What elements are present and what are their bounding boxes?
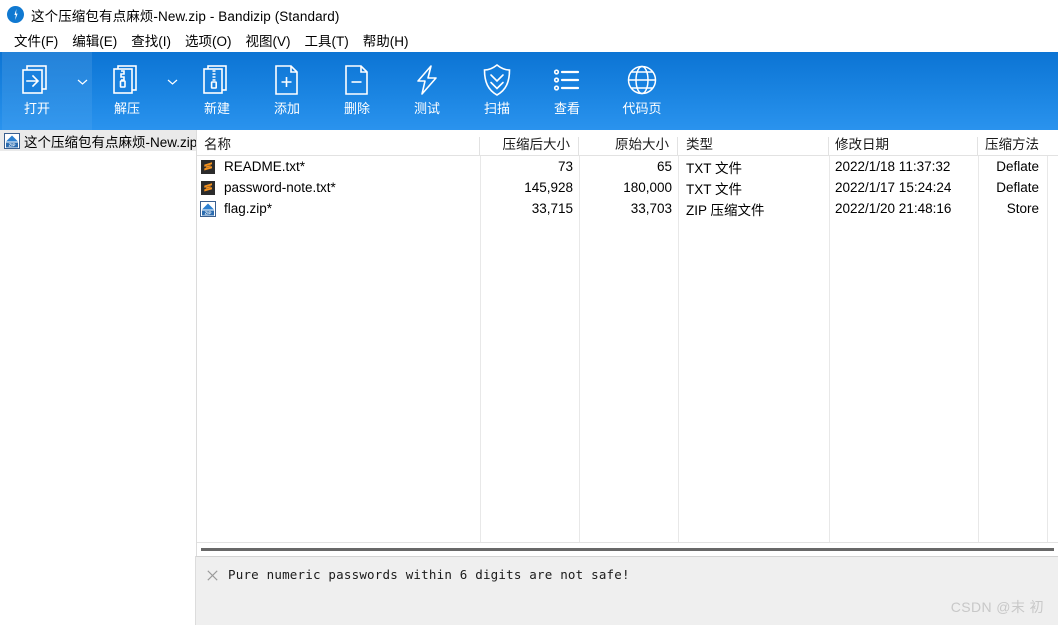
cell-date: 2022/1/18 11:37:32 [835, 159, 951, 174]
table-row[interactable]: README.txt* 73 65 TXT 文件 2022/1/18 11:37… [197, 156, 1058, 177]
new-archive-icon [203, 65, 227, 94]
watermark: CSDN @末 初 [950, 599, 1044, 615]
table-row[interactable]: ZIP flag.zip* 33,715 33,703 ZIP 压缩文件 202… [197, 198, 1058, 219]
toolbar-dropdown-open[interactable] [72, 52, 92, 130]
toolbar-button-extract[interactable]: 解压 [92, 52, 162, 130]
main-toolbar: 打开 解压 新建 添加 删除 测试 扫描 查看 代码页 [0, 52, 1058, 130]
column-header-date[interactable]: 修改日期 [829, 137, 978, 155]
cell-type: TXT 文件 [686, 160, 743, 176]
delete-file-icon [345, 65, 368, 95]
comment-panel: Pure numeric passwords within 6 digits a… [196, 556, 1058, 625]
scrollbar-thumb[interactable] [201, 548, 1054, 551]
toolbar-label-codepage: 代码页 [622, 101, 662, 116]
toolbar-label-scan: 扫描 [483, 101, 510, 116]
cell-packed: 73 [557, 159, 573, 174]
column-header-type[interactable]: 类型 [678, 137, 829, 155]
toolbar-label-test: 测试 [413, 101, 440, 116]
file-list-horizontal-scrollbar[interactable] [197, 542, 1058, 556]
cell-method: Deflate [996, 180, 1039, 195]
content-area: ZIP 这个压缩包有点麻烦-New.zip ⌄ 名称 压缩后大小 原始大小 类型… [0, 130, 1058, 556]
comment-text: Pure numeric passwords within 6 digits a… [228, 567, 630, 582]
add-file-icon [275, 65, 298, 95]
file-name-text: flag.zip* [224, 201, 273, 216]
menu-edit[interactable]: 编辑(E) [65, 28, 124, 53]
cell-date: 2022/1/20 21:48:16 [835, 201, 952, 216]
bottom-left-filler [0, 556, 196, 625]
menu-help[interactable]: 帮助(H) [356, 28, 416, 53]
cell-name: ZIP flag.zip* [197, 200, 480, 217]
column-header-orig[interactable]: 原始大小 [579, 137, 678, 155]
toolbar-label-extract: 解压 [113, 101, 140, 116]
bandizip-bolt-icon [7, 6, 24, 23]
zip-archive-icon: ZIP [4, 132, 20, 149]
toolbar-button-new[interactable]: 新建 [182, 52, 252, 130]
title-bar: 这个压缩包有点麻烦-New.zip - Bandizip (Standard) [0, 0, 1058, 29]
toolbar-label-view: 查看 [553, 101, 580, 116]
cell-type: ZIP 压缩文件 [686, 202, 765, 218]
svg-text:ZIP: ZIP [205, 210, 212, 215]
table-row[interactable]: password-note.txt* 145,928 180,000 TXT 文… [197, 177, 1058, 198]
codepage-globe-icon [627, 65, 657, 95]
zip-archive-icon: ZIP [200, 200, 216, 217]
file-name-text: password-note.txt* [224, 180, 336, 195]
cell-name: README.txt* [197, 159, 480, 175]
bottom-area: Pure numeric passwords within 6 digits a… [0, 556, 1058, 625]
file-list-panel: ⌄ 名称 压缩后大小 原始大小 类型 修改日期 压缩方法 [197, 130, 1058, 556]
tree-item-archive-root[interactable]: ZIP 这个压缩包有点麻烦-New.zip [0, 130, 196, 151]
sublime-text-file-icon [201, 180, 215, 195]
file-name-text: README.txt* [224, 159, 306, 174]
column-header-packed[interactable]: 压缩后大小 [480, 137, 579, 155]
toolbar-button-add[interactable]: 添加 [252, 52, 322, 130]
file-list-rows: README.txt* 73 65 TXT 文件 2022/1/18 11:37… [197, 156, 1058, 542]
bottom-right-wrap: Pure numeric passwords within 6 digits a… [196, 556, 1058, 625]
toolbar-dropdown-extract[interactable] [162, 52, 182, 130]
toolbar-button-codepage[interactable]: 代码页 [602, 52, 682, 130]
cell-type: TXT 文件 [686, 181, 743, 197]
toolbar-label-new: 新建 [203, 101, 230, 116]
menu-options[interactable]: 选项(O) [178, 28, 239, 53]
file-list-header: 名称 压缩后大小 原始大小 类型 修改日期 压缩方法 [197, 130, 1058, 156]
chevron-down-icon [167, 79, 177, 85]
toolbar-button-test[interactable]: 测试 [392, 52, 462, 130]
menu-view[interactable]: 视图(V) [239, 28, 298, 53]
column-header-method[interactable]: 压缩方法 [978, 137, 1047, 155]
tree-item-label: 这个压缩包有点麻烦-New.zip [24, 134, 197, 150]
cell-packed: 145,928 [524, 180, 573, 195]
cell-orig: 180,000 [623, 180, 672, 195]
toolbar-button-view[interactable]: 查看 [532, 52, 602, 130]
menu-file[interactable]: 文件(F) [7, 28, 65, 53]
cell-date: 2022/1/17 15:24:24 [835, 180, 952, 195]
cell-method: Deflate [996, 159, 1039, 174]
window-title: 这个压缩包有点麻烦-New.zip - Bandizip (Standard) [31, 8, 340, 24]
chevron-down-icon [77, 79, 87, 85]
toolbar-label-delete: 删除 [343, 101, 370, 116]
cell-packed: 33,715 [531, 201, 573, 216]
svg-text:ZIP: ZIP [9, 142, 16, 147]
menu-bar: 文件(F) 编辑(E) 查找(I) 选项(O) 视图(V) 工具(T) 帮助(H… [0, 29, 1058, 52]
archive-tree-panel: ZIP 这个压缩包有点麻烦-New.zip [0, 130, 197, 556]
extract-icon [113, 65, 137, 94]
close-x-icon[interactable] [207, 570, 218, 581]
menu-find[interactable]: 查找(I) [124, 28, 178, 53]
cell-orig: 65 [656, 159, 672, 174]
toolbar-label-add: 添加 [273, 101, 300, 116]
menu-tools[interactable]: 工具(T) [298, 28, 356, 53]
scan-shield-icon [483, 63, 511, 96]
toolbar-button-open[interactable]: 打开 [2, 52, 72, 130]
cell-orig: 33,703 [630, 201, 672, 216]
toolbar-button-delete[interactable]: 删除 [322, 52, 392, 130]
column-header-name[interactable]: 名称 [197, 137, 480, 155]
toolbar-label-open: 打开 [23, 101, 50, 116]
test-bolt-icon [417, 65, 437, 95]
cell-name: password-note.txt* [197, 180, 480, 196]
toolbar-button-scan[interactable]: 扫描 [462, 52, 532, 130]
cell-method: Store [1006, 201, 1039, 216]
open-archive-icon [22, 65, 47, 94]
sublime-text-file-icon [201, 159, 215, 174]
view-list-icon [553, 69, 580, 91]
